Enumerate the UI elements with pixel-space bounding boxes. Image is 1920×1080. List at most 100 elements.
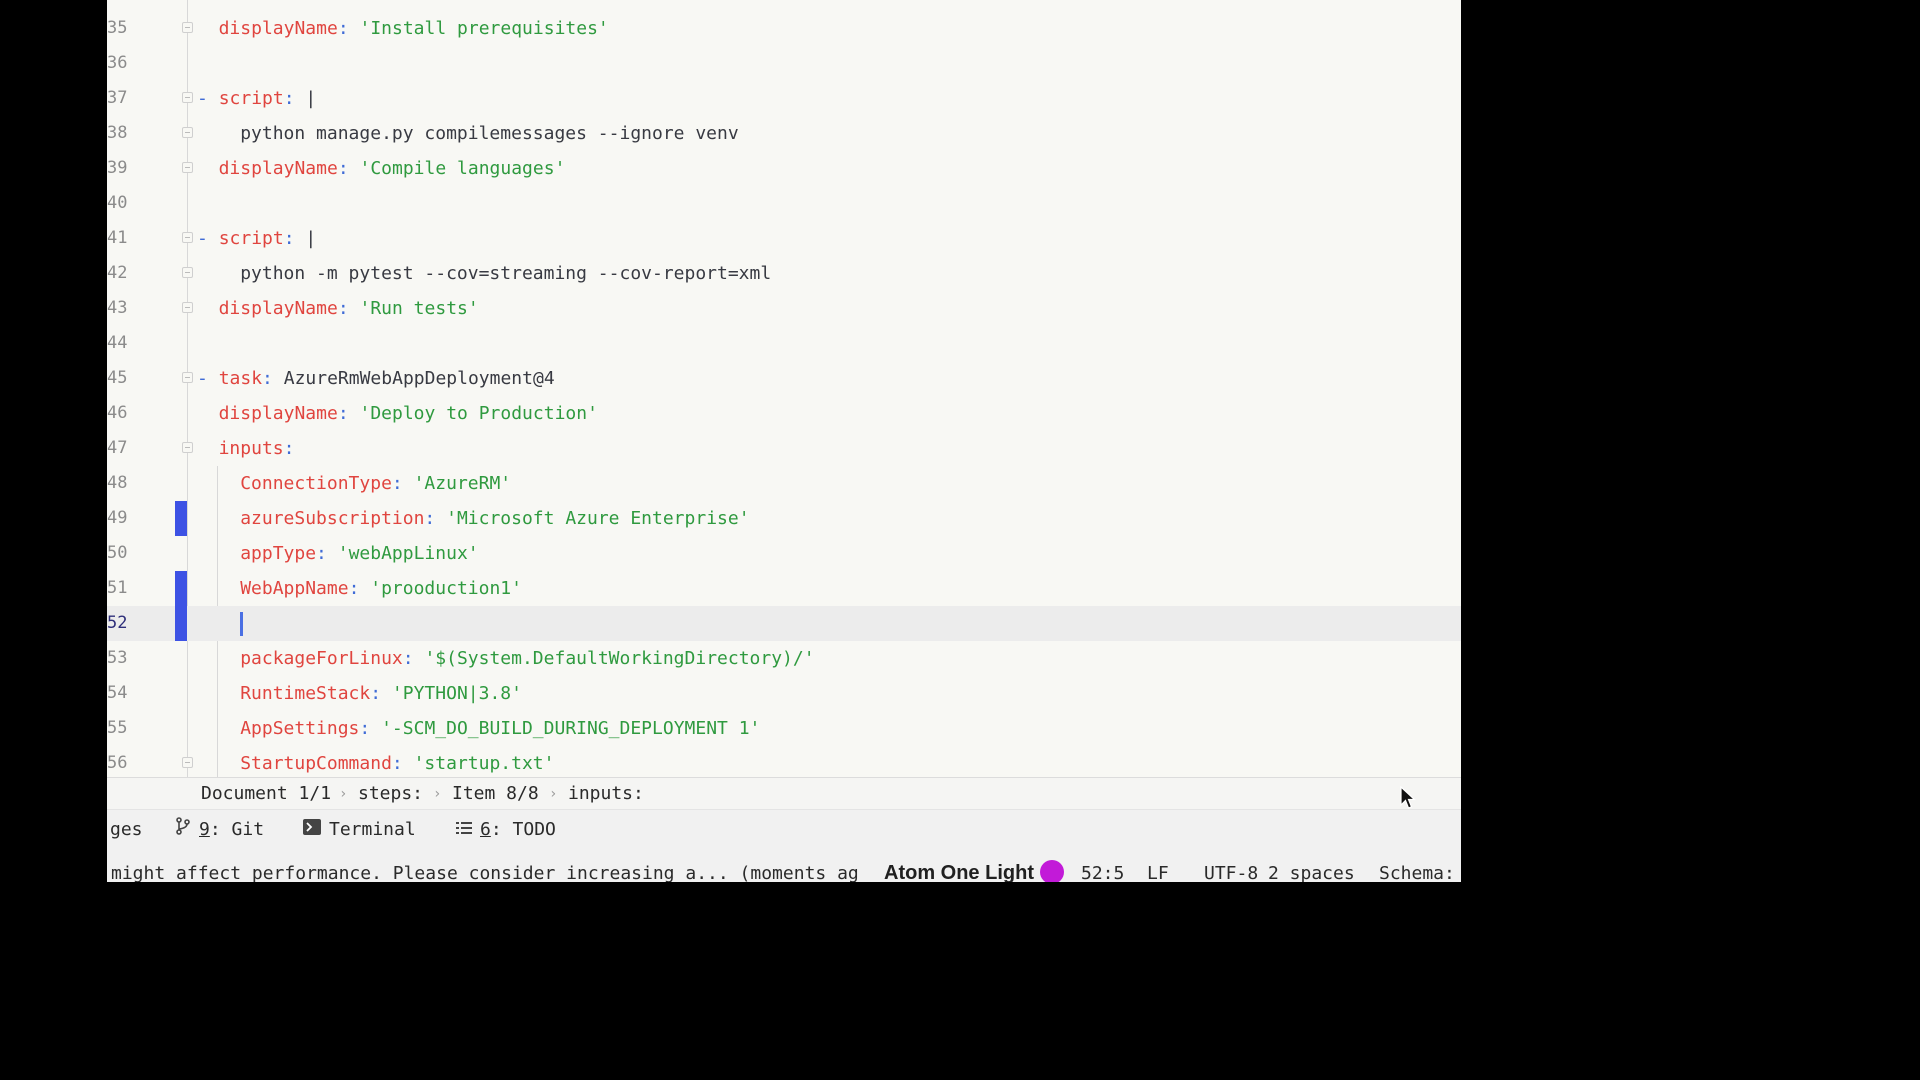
code-line[interactable]: 43 displayName: 'Run tests' xyxy=(107,291,1461,326)
schema-selector[interactable]: Schema: xyxy=(1379,857,1455,882)
yaml-punctuation: - xyxy=(197,368,219,389)
fold-toggle-icon[interactable] xyxy=(182,92,193,103)
yaml-key: ConnectionType xyxy=(240,473,392,494)
yaml-key: RuntimeStack xyxy=(240,683,371,704)
yaml-key: displayName xyxy=(218,403,338,424)
code-line[interactable]: 55 AppSettings: '-SCM_DO_BUILD_DURING_DEP… xyxy=(107,711,1461,746)
theme-name: Atom One Light xyxy=(884,862,1034,882)
fold-toggle-icon[interactable] xyxy=(182,442,193,453)
file-encoding[interactable]: UTF-8 xyxy=(1204,857,1258,882)
yaml-key: displayName xyxy=(218,18,338,39)
code-text: displayName: 'Compile languages' xyxy=(219,151,566,186)
yaml-punctuation: : xyxy=(424,508,447,529)
line-number: 54 xyxy=(107,683,128,703)
line-number: 41 xyxy=(107,228,128,248)
code-text: packageForLinux: '$(System.DefaultWorkin… xyxy=(240,641,814,676)
tool-window-changes[interactable]: ges xyxy=(110,810,143,850)
code-text: ConnectionType: 'AzureRM' xyxy=(240,466,511,501)
code-line[interactable]: 54 RuntimeStack: 'PYTHON|3.8' xyxy=(107,676,1461,711)
code-line[interactable]: 36 xyxy=(107,46,1461,81)
fold-toggle-icon[interactable] xyxy=(182,372,193,383)
fold-toggle-icon[interactable] xyxy=(182,22,193,33)
code-text: - script: | xyxy=(197,81,316,116)
status-message[interactable]: might affect performance. Please conside… xyxy=(111,857,875,882)
fold-toggle-icon[interactable] xyxy=(182,302,193,313)
yaml-key: script xyxy=(218,228,284,249)
yaml-punctuation: : xyxy=(316,543,338,564)
code-text: azureSubscription: 'Microsoft Azure Ente… xyxy=(240,501,749,536)
fold-toggle-icon[interactable] xyxy=(182,162,193,173)
code-editor[interactable]: 35 displayName: 'Install prerequisites' 36… xyxy=(107,0,1461,777)
breadcrumb-steps[interactable]: steps: xyxy=(358,778,423,810)
code-line[interactable]: 53 packageForLinux: '$(System.DefaultWork… xyxy=(107,641,1461,676)
yaml-punctuation: : xyxy=(359,718,382,739)
code-line[interactable]: 40 xyxy=(107,186,1461,221)
code-text: displayName: 'Install prerequisites' xyxy=(219,11,609,46)
code-line[interactable]: 39 displayName: 'Compile languages' xyxy=(107,151,1461,186)
code-line[interactable]: 37 - script: | xyxy=(107,81,1461,116)
yaml-key: inputs xyxy=(218,438,284,459)
yaml-string: 'AzureRM' xyxy=(413,473,512,494)
indent-setting[interactable]: 2 spaces xyxy=(1268,857,1355,882)
code-line[interactable]: 44 xyxy=(107,326,1461,361)
tool-window-todo[interactable]: 6: TODO xyxy=(456,810,556,850)
yaml-key: azureSubscription xyxy=(240,508,425,529)
code-text: - task: AzureRmWebAppDeployment@4 xyxy=(197,361,555,396)
yaml-punctuation: : xyxy=(337,403,360,424)
fold-toggle-icon[interactable] xyxy=(182,267,193,278)
code-line[interactable]: 50 appType: 'webAppLinux' xyxy=(107,536,1461,571)
yaml-key: script xyxy=(218,88,284,109)
tool-window-git[interactable]: 9: Git xyxy=(175,810,264,850)
code-line[interactable]: 41 - script: | xyxy=(107,221,1461,256)
line-number: 38 xyxy=(107,123,128,143)
yaml-string: 'Run tests' xyxy=(359,298,479,319)
code-text: inputs: xyxy=(219,431,295,466)
code-text: WebAppName: 'prooduction1' xyxy=(240,571,522,606)
code-line[interactable]: 52 xyxy=(107,606,1461,641)
yaml-key: packageForLinux xyxy=(240,648,403,669)
code-line[interactable]: 46 displayName: 'Deploy to Production' xyxy=(107,396,1461,431)
breadcrumb-inputs[interactable]: inputs: xyxy=(568,778,644,810)
fold-toggle-icon[interactable] xyxy=(182,232,193,243)
code-line[interactable]: 47 inputs: xyxy=(107,431,1461,466)
change-marker[interactable] xyxy=(175,606,187,641)
yaml-key: AppSettings xyxy=(240,718,360,739)
code-line[interactable]: 38 python manage.py compilemessages --ign… xyxy=(107,116,1461,151)
yaml-string: 'PYTHON|3.8' xyxy=(391,683,522,704)
yaml-key: displayName xyxy=(218,158,338,179)
code-line[interactable]: 42 python -m pytest --cov=streaming --cov… xyxy=(107,256,1461,291)
tool-window-terminal[interactable]: Terminal xyxy=(303,810,416,850)
line-separator[interactable]: LF xyxy=(1147,857,1169,882)
line-number: 47 xyxy=(107,438,128,458)
code-line[interactable]: 45 - task: AzureRmWebAppDeployment@4 xyxy=(107,361,1461,396)
code-text: AppSettings: '-SCM_DO_BUILD_DURING_DEPLO… xyxy=(240,711,760,746)
change-marker[interactable] xyxy=(175,571,187,606)
fold-toggle-icon[interactable] xyxy=(182,757,193,768)
line-number: 43 xyxy=(107,298,128,318)
fold-toggle-icon[interactable] xyxy=(182,127,193,138)
caret-position[interactable]: 52:5 xyxy=(1081,857,1124,882)
code-text: - script: | xyxy=(197,221,316,256)
code-text: appType: 'webAppLinux' xyxy=(240,536,478,571)
code-line[interactable]: 49 azureSubscription: 'Microsoft Azure En… xyxy=(107,501,1461,536)
theme-indicator[interactable]: Atom One Light xyxy=(884,857,1064,882)
yaml-punctuation: : xyxy=(337,298,360,319)
line-number: 46 xyxy=(107,403,128,423)
code-line[interactable]: 35 displayName: 'Install prerequisites' xyxy=(107,11,1461,46)
yaml-punctuation: : xyxy=(337,158,360,179)
code-line[interactable]: 48 ConnectionType: 'AzureRM' xyxy=(107,466,1461,501)
code-line[interactable]: 51 WebAppName: 'prooduction1' xyxy=(107,571,1461,606)
theme-color-icon xyxy=(1039,860,1064,882)
change-marker[interactable] xyxy=(175,501,187,536)
yaml-punctuation: - xyxy=(197,228,219,249)
line-number: 52 xyxy=(107,613,128,633)
yaml-punctuation: : xyxy=(370,683,392,704)
code-text: StartupCommand: 'startup.txt' xyxy=(240,746,554,777)
breadcrumb-item[interactable]: Item 8/8 xyxy=(452,778,539,810)
code-text: python manage.py compilemessages --ignor… xyxy=(240,116,739,151)
tool-window-bar: ges 9: Git Terminal 6: TODO xyxy=(107,809,1461,850)
code-line[interactable]: 56 StartupCommand: 'startup.txt' xyxy=(107,746,1461,777)
breadcrumb-document[interactable]: Document 1/1 xyxy=(201,778,331,810)
yaml-key: WebAppName xyxy=(240,578,349,599)
line-number: 44 xyxy=(107,333,128,353)
